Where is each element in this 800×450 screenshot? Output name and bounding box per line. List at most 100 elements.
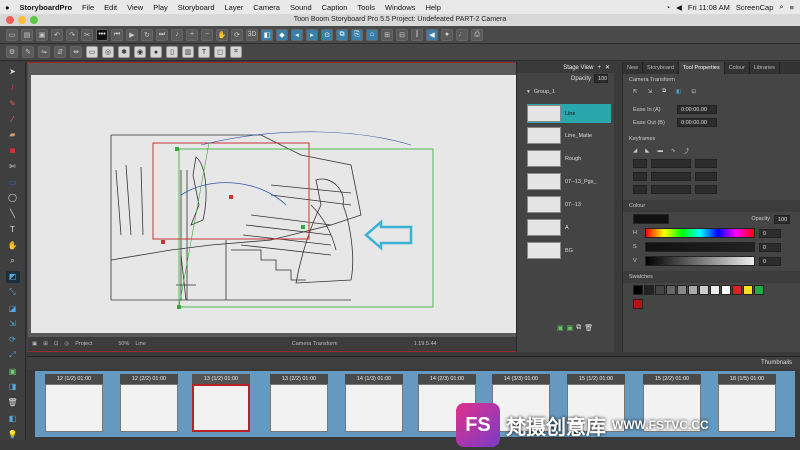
- rotate-icon[interactable]: ⟳: [231, 28, 243, 41]
- menu-windows[interactable]: Windows: [385, 3, 415, 12]
- align-icon[interactable]: ⇹: [70, 46, 82, 58]
- light-table-icon[interactable]: ✱: [118, 46, 130, 58]
- onion-icon[interactable]: ◎: [64, 341, 69, 347]
- h-field[interactable]: 0: [759, 228, 781, 238]
- transform-tool-icon[interactable]: ⤡: [6, 287, 20, 299]
- layer-group[interactable]: ▾ Group_1: [527, 87, 611, 97]
- scene-icon[interactable]: ◧: [6, 413, 20, 425]
- saturation-slider[interactable]: [645, 242, 755, 252]
- menu-storyboard[interactable]: Storyboard: [178, 3, 215, 12]
- paint-icon[interactable]: ◙: [6, 145, 20, 157]
- kf-z-extra[interactable]: [695, 185, 717, 194]
- tab-colour[interactable]: Colour: [725, 62, 750, 74]
- menu-layer[interactable]: Layer: [224, 3, 243, 12]
- shape-tool-icon[interactable]: ◻: [214, 46, 226, 58]
- project-label[interactable]: Project: [75, 341, 92, 347]
- ease-align2-icon[interactable]: ⇲: [648, 89, 653, 95]
- new-project-icon[interactable]: ▭: [6, 28, 18, 41]
- crop-tool-icon[interactable]: ⌗: [230, 46, 242, 58]
- drawing-canvas[interactable]: [31, 75, 517, 333]
- cut-icon[interactable]: ✂: [81, 28, 93, 41]
- swatch[interactable]: [688, 285, 698, 295]
- offset-tool-icon[interactable]: ⇲: [6, 318, 20, 330]
- brush-icon[interactable]: /: [6, 82, 20, 94]
- camera-reset-icon[interactable]: ⊙: [321, 28, 333, 41]
- line-icon[interactable]: ╲: [6, 208, 20, 220]
- first-frame-icon[interactable]: ⏮: [111, 28, 123, 41]
- ease-in-field[interactable]: 0:00:00.00: [677, 105, 717, 114]
- layer-rough[interactable]: Rough: [527, 149, 611, 168]
- split-panel-icon[interactable]: ⫿: [411, 28, 423, 41]
- flip-v-icon[interactable]: ⇵: [54, 46, 66, 58]
- kf-y-extra[interactable]: [695, 172, 717, 181]
- camera-tool-icon[interactable]: ◩: [5, 270, 20, 283]
- kf-x-value[interactable]: [651, 159, 691, 168]
- keyframe-icon[interactable]: ◆: [276, 28, 288, 41]
- camera-paste-icon[interactable]: ⎘: [351, 28, 363, 41]
- v-field[interactable]: 0: [759, 256, 781, 266]
- select-arrow-icon[interactable]: ➤: [6, 66, 20, 78]
- kf-curve-icon[interactable]: ⤴: [684, 147, 690, 155]
- ease-reset-icon[interactable]: ⊡: [691, 89, 696, 95]
- tab-storyboard[interactable]: Storyboard: [643, 62, 679, 74]
- thumbnail-panel[interactable]: 12 (2/2) 01:00: [120, 374, 178, 434]
- tab-libraries[interactable]: Libraries: [750, 62, 780, 74]
- zoom-window-button[interactable]: [30, 16, 38, 24]
- layer-07-13[interactable]: 07--13: [527, 195, 611, 214]
- add-view-icon[interactable]: +: [597, 65, 601, 71]
- more-icon[interactable]: •••: [96, 28, 108, 41]
- kf-smooth-icon[interactable]: ∿: [671, 148, 676, 154]
- menu-list-icon[interactable]: ≡: [790, 3, 794, 12]
- camera-prev-icon[interactable]: ◂: [291, 28, 303, 41]
- swatch[interactable]: [677, 285, 687, 295]
- cutter-icon[interactable]: ✄: [6, 161, 20, 173]
- kf-linear-icon[interactable]: ◢: [633, 148, 637, 154]
- tab-tool-properties[interactable]: Tool Properties: [678, 62, 725, 74]
- swatch[interactable]: [710, 285, 720, 295]
- stage-icon[interactable]: ▣: [32, 341, 37, 347]
- layer-line-matte[interactable]: Line_Matte: [527, 126, 611, 145]
- hue-slider[interactable]: [645, 228, 755, 238]
- library-tool-icon[interactable]: ◨: [6, 381, 20, 393]
- gear-icon[interactable]: ⚙: [6, 46, 18, 58]
- trash-icon[interactable]: 🗑: [6, 397, 20, 409]
- speaker-icon[interactable]: ◀: [426, 28, 438, 41]
- ease-out-field[interactable]: 0:00:00.00: [677, 118, 717, 127]
- grid-icon[interactable]: ⊞: [43, 341, 48, 347]
- onion-skin-icon[interactable]: ◎: [102, 46, 114, 58]
- select-tool-icon[interactable]: ◉: [134, 46, 146, 58]
- kf-ease-icon[interactable]: ◣: [645, 148, 649, 154]
- s-field[interactable]: 0: [759, 242, 781, 252]
- kf-z-value[interactable]: [651, 185, 691, 194]
- zoom-tool-icon[interactable]: ⌕: [6, 255, 20, 267]
- mic-icon[interactable]: ♩: [456, 28, 468, 41]
- thumbnail-panel[interactable]: 14 (1/3) 01:00: [345, 374, 403, 434]
- layer-07-13-pgs[interactable]: 07--13_Pgs_: [527, 172, 611, 191]
- fill-tool-icon[interactable]: ▥: [182, 46, 194, 58]
- layer-bg[interactable]: BG: [527, 241, 611, 260]
- swatch[interactable]: [732, 285, 742, 295]
- layer-line[interactable]: Line: [527, 104, 611, 123]
- thumbnail-panel-selected[interactable]: 13 (1/2) 01:00: [192, 374, 250, 434]
- menu-view[interactable]: View: [127, 3, 143, 12]
- menu-tools[interactable]: Tools: [357, 3, 375, 12]
- swatch[interactable]: [743, 285, 753, 295]
- tab-new[interactable]: New: [623, 62, 644, 74]
- menu-sound[interactable]: Sound: [290, 3, 312, 12]
- save-icon[interactable]: ▣: [36, 28, 48, 41]
- reposition-tool-icon[interactable]: ⤢: [6, 350, 20, 362]
- clock[interactable]: Fri 11:08 AM: [688, 3, 730, 12]
- wifi-icon[interactable]: ◔: [666, 3, 671, 12]
- zoom-level[interactable]: 50%: [118, 341, 129, 347]
- hand-icon[interactable]: ✋: [216, 28, 228, 41]
- kf-y-value[interactable]: [651, 172, 691, 181]
- ease-align-icon[interactable]: ⇱: [633, 89, 638, 95]
- kf-y-field[interactable]: [633, 172, 647, 181]
- layer-a[interactable]: A: [527, 218, 611, 237]
- apple-menu-icon[interactable]: ●: [5, 3, 10, 12]
- search-icon[interactable]: ⌕: [779, 2, 783, 12]
- play-icon[interactable]: ▶: [126, 28, 138, 41]
- pen-icon[interactable]: ✎: [22, 46, 34, 58]
- thumbnail-panel[interactable]: 12 (1/2) 01:00: [45, 374, 103, 434]
- rotate-tool-icon[interactable]: ⟳: [6, 334, 20, 346]
